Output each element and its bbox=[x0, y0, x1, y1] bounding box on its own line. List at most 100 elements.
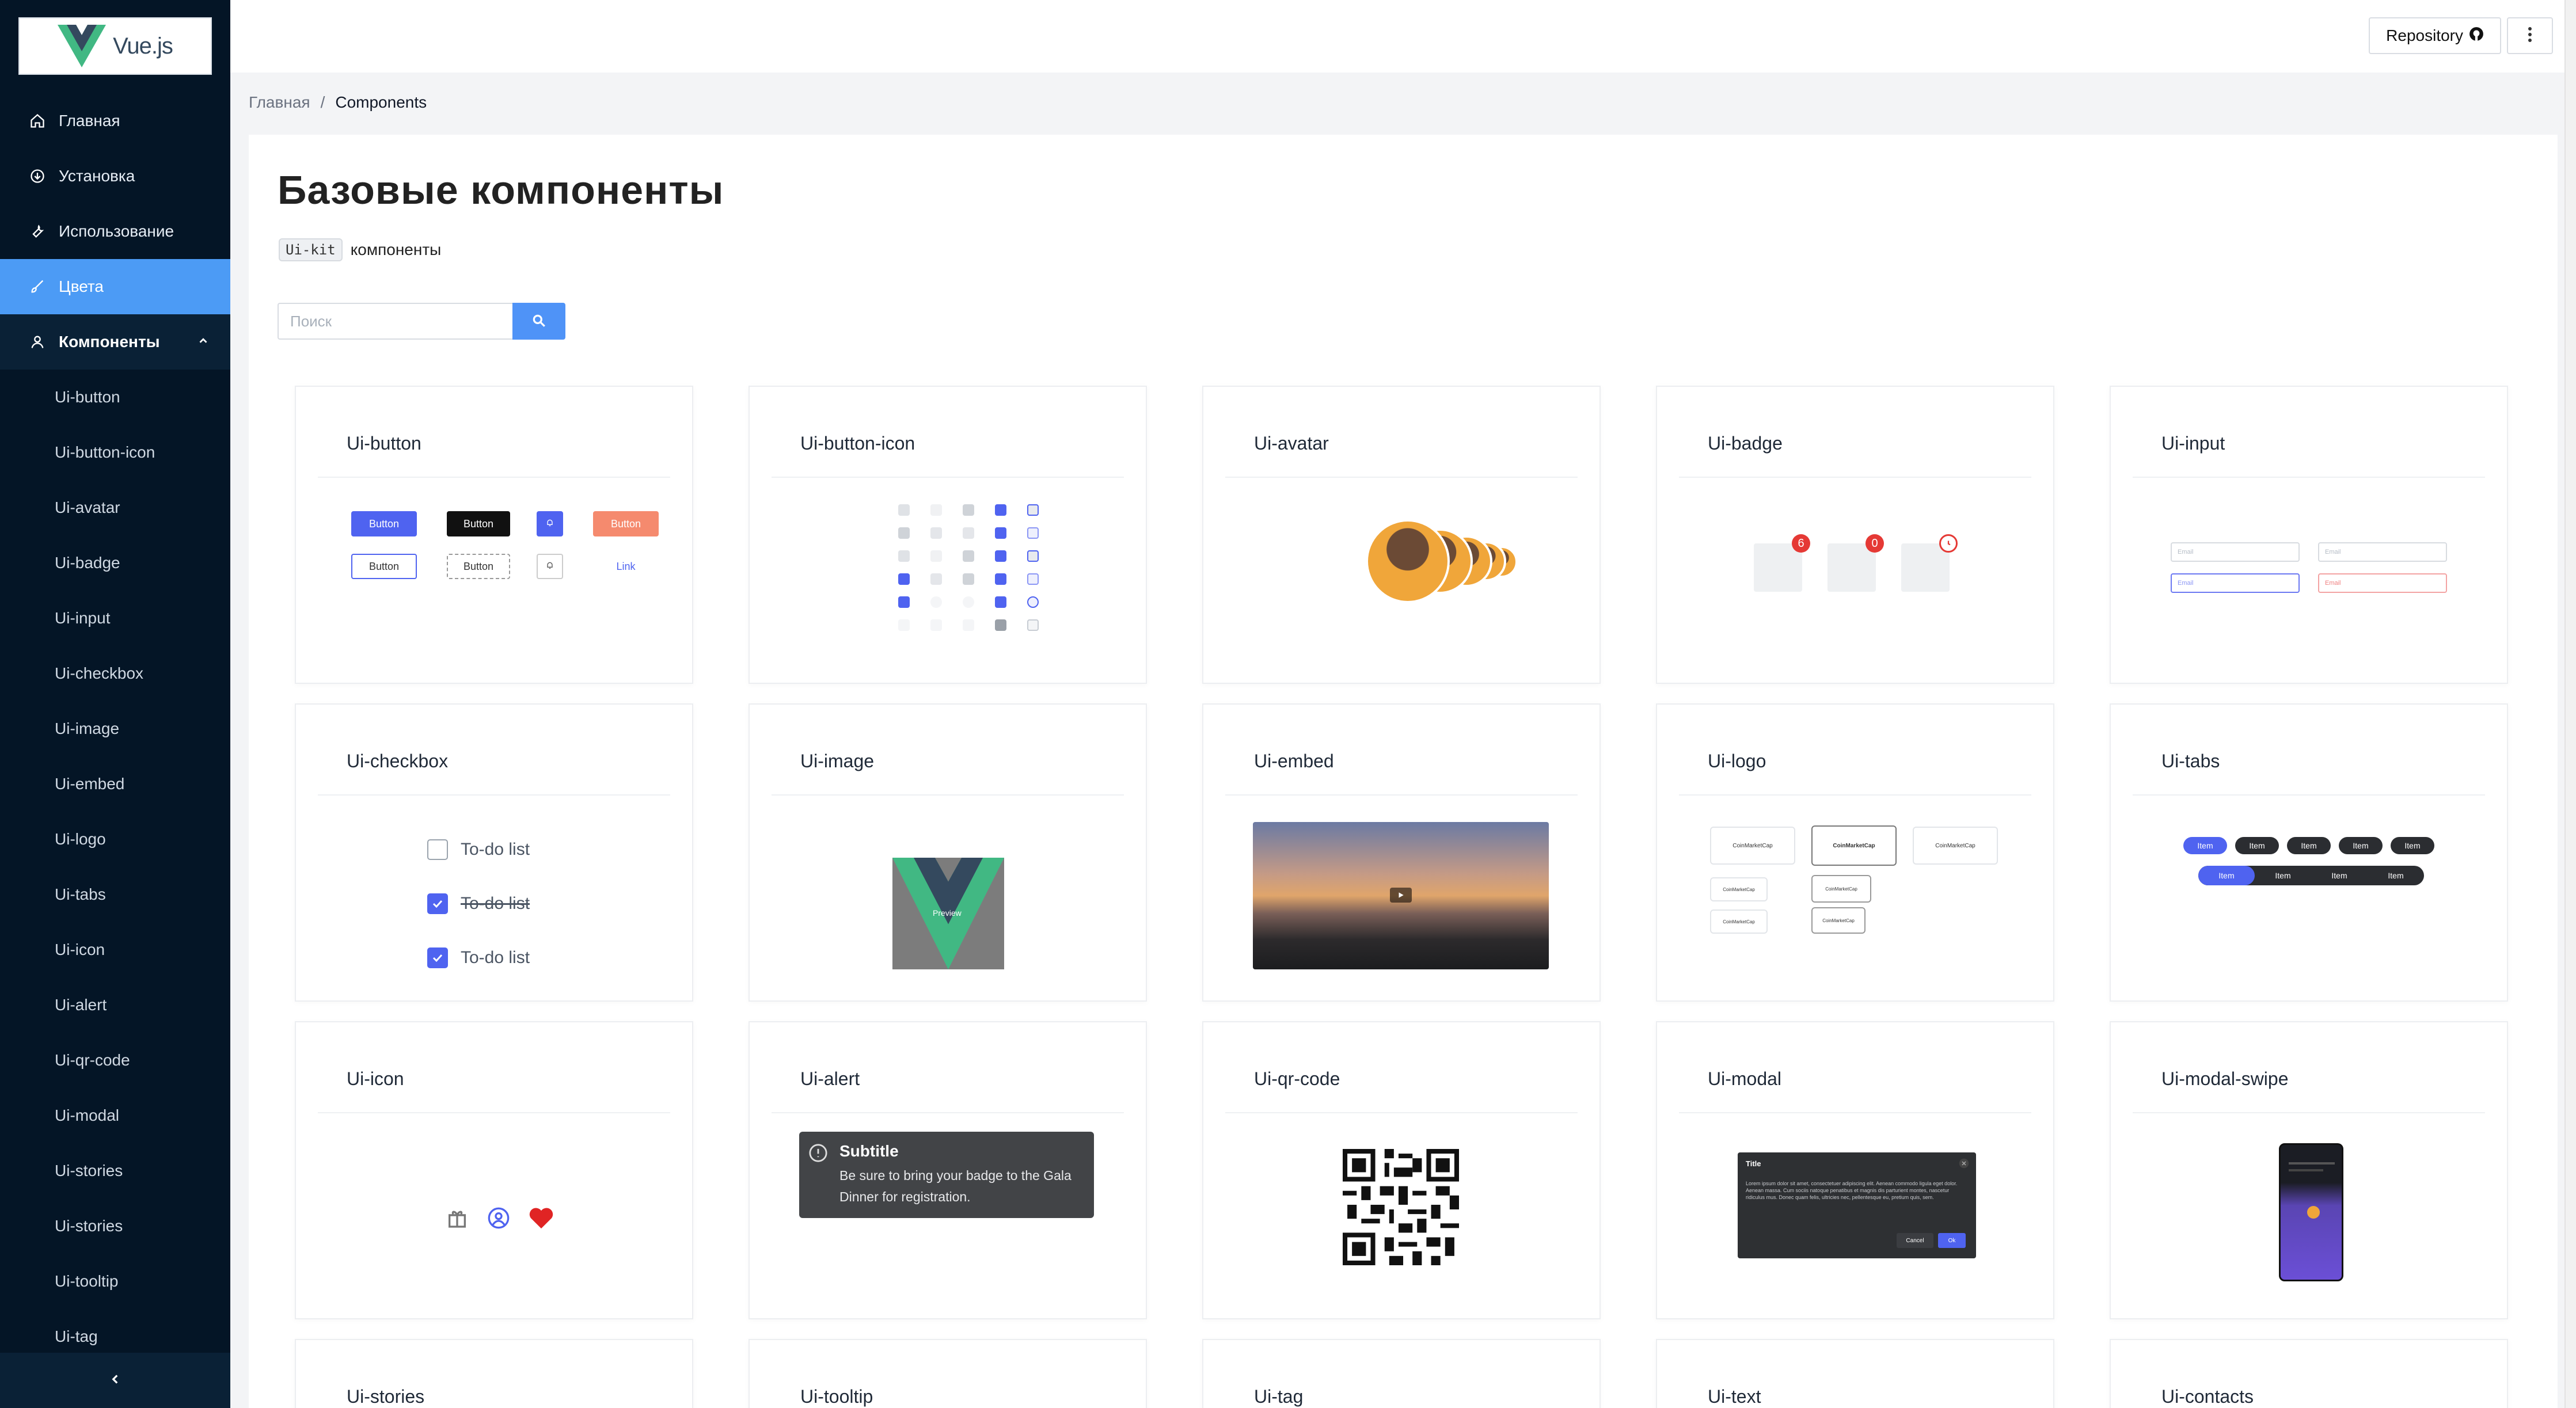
sidebar-subitem[interactable]: Ui-qr-code bbox=[0, 1033, 230, 1088]
qr-code-icon bbox=[1343, 1149, 1459, 1265]
sidebar-subitem[interactable]: Ui-image bbox=[0, 701, 230, 756]
component-card-ui-tag[interactable]: Ui-tag bbox=[1202, 1339, 1601, 1408]
breadcrumb: Главная / Components bbox=[249, 93, 427, 112]
preview-bell-button bbox=[537, 511, 563, 536]
user-icon bbox=[28, 332, 47, 352]
sidebar-subitem[interactable]: Ui-stories bbox=[0, 1143, 230, 1198]
user-circle-icon bbox=[487, 1207, 510, 1232]
brush-icon bbox=[28, 277, 47, 296]
preview-outline-button: Button bbox=[351, 554, 417, 579]
bell-icon bbox=[545, 561, 554, 573]
sidebar-subitem[interactable]: Ui-button-icon bbox=[0, 425, 230, 480]
component-card-ui-tooltip[interactable]: Ui-tooltip bbox=[749, 1339, 1147, 1408]
subtitle-text: компоненты bbox=[350, 241, 442, 258]
heart-icon bbox=[529, 1207, 554, 1232]
card-title: Ui-stories bbox=[347, 1386, 425, 1407]
qr-preview bbox=[1225, 1132, 1578, 1301]
component-card-ui-avatar[interactable]: Ui-avatar bbox=[1202, 386, 1601, 684]
vue-logo[interactable]: Vue.js bbox=[18, 17, 212, 75]
sidebar-subitem[interactable]: Ui-tooltip bbox=[0, 1254, 230, 1309]
sidebar-subitem[interactable]: Ui-embed bbox=[0, 756, 230, 812]
chevron-up-icon bbox=[197, 333, 210, 351]
component-card-ui-icon[interactable]: Ui-icon bbox=[295, 1021, 693, 1319]
card-title: Ui-input bbox=[2161, 433, 2225, 454]
card-divider bbox=[772, 477, 1124, 478]
sidebar-item-components[interactable]: Компоненты bbox=[0, 314, 230, 370]
component-card-ui-image[interactable]: Ui-image Preview bbox=[749, 703, 1147, 1002]
sidebar-subitem[interactable]: Ui-modal bbox=[0, 1088, 230, 1143]
page-scrollbar[interactable] bbox=[2564, 0, 2576, 1408]
tab-item: Item bbox=[2183, 837, 2227, 854]
tab-item: Item bbox=[2235, 837, 2279, 854]
preview-dark-button: Button bbox=[447, 511, 510, 536]
component-card-ui-modal-swipe[interactable]: Ui-modal-swipe bbox=[2110, 1021, 2508, 1319]
input-preview: Email Email Email Email bbox=[2133, 496, 2485, 665]
checkbox-row: To-do list bbox=[427, 947, 530, 968]
sidebar-item-colors[interactable]: Цвета bbox=[0, 259, 230, 314]
logo-chip: CoinMarketCap bbox=[1913, 827, 1998, 865]
component-card-ui-button-icon[interactable]: Ui-button-icon bbox=[749, 386, 1147, 684]
sidebar-subitem[interactable]: Ui-tabs bbox=[0, 867, 230, 922]
card-title: Ui-tabs bbox=[2161, 751, 2220, 771]
chevron-left-icon bbox=[108, 1372, 123, 1390]
card-divider bbox=[2133, 1112, 2485, 1113]
card-divider bbox=[1225, 477, 1578, 478]
component-card-ui-badge[interactable]: Ui-badge 6 0 bbox=[1656, 386, 2054, 684]
sidebar-subitem[interactable]: Ui-stories bbox=[0, 1198, 230, 1254]
content-panel: Базовые компоненты Ui-kit компоненты Ui-… bbox=[249, 135, 2558, 1408]
sidebar-item-label: Компоненты bbox=[59, 333, 160, 351]
tab-item: Item bbox=[2391, 837, 2434, 854]
breadcrumb-separator: / bbox=[320, 93, 325, 111]
card-title: Ui-contacts bbox=[2161, 1386, 2254, 1407]
gift-icon bbox=[446, 1207, 469, 1232]
button-preview: Button Button Button Button Button Link bbox=[318, 496, 670, 665]
search-input[interactable] bbox=[278, 303, 512, 340]
search-button[interactable] bbox=[512, 303, 565, 340]
card-title: Ui-image bbox=[800, 751, 875, 771]
component-card-ui-contacts[interactable]: Ui-contacts bbox=[2110, 1339, 2508, 1408]
sidebar-item-usage[interactable]: Использование bbox=[0, 204, 230, 259]
component-card-ui-tabs[interactable]: Ui-tabs Item Item Item Item Item Item It… bbox=[2110, 703, 2508, 1002]
sidebar-subitem[interactable]: Ui-avatar bbox=[0, 480, 230, 535]
component-card-ui-checkbox[interactable]: Ui-checkbox To-do list To-do list To-do … bbox=[295, 703, 693, 1002]
component-card-ui-modal[interactable]: Ui-modal Title Lorem ipsum dolor sit ame… bbox=[1656, 1021, 2054, 1319]
repository-button[interactable]: Repository bbox=[2369, 17, 2501, 54]
play-icon bbox=[1390, 888, 1412, 903]
sidebar-subitem[interactable]: Ui-icon bbox=[0, 922, 230, 977]
sidebar-subitem[interactable]: Ui-input bbox=[0, 591, 230, 646]
phone-mockup bbox=[2279, 1143, 2343, 1281]
sidebar-collapse-button[interactable] bbox=[0, 1353, 230, 1408]
more-vertical-icon bbox=[2528, 26, 2532, 45]
sidebar-item-label: Использование bbox=[59, 222, 174, 240]
preview-image: Preview bbox=[892, 858, 1004, 969]
component-card-ui-logo[interactable]: Ui-logo CoinMarketCap CoinMarketCap Coin… bbox=[1656, 703, 2054, 1002]
sidebar-subitem[interactable]: Ui-logo bbox=[0, 812, 230, 867]
breadcrumb-home[interactable]: Главная bbox=[249, 93, 310, 112]
checkbox-preview: To-do list To-do list To-do list bbox=[318, 814, 670, 983]
avatar bbox=[1366, 519, 1450, 603]
component-card-ui-alert[interactable]: Ui-alert Subtitle Be sure to bring your … bbox=[749, 1021, 1147, 1319]
component-card-ui-text[interactable]: Ui-text bbox=[1656, 1339, 2054, 1408]
sidebar-subitem[interactable]: Ui-checkbox bbox=[0, 646, 230, 701]
component-card-ui-stories[interactable]: Ui-stories bbox=[295, 1339, 693, 1408]
sidebar-subitem[interactable]: Ui-button bbox=[0, 370, 230, 425]
image-preview-label: Preview bbox=[933, 908, 962, 918]
preview-coral-button: Button bbox=[593, 511, 659, 536]
badge-count: 6 bbox=[1792, 534, 1810, 553]
sidebar-item-home[interactable]: Главная bbox=[0, 93, 230, 149]
tab-item: Item bbox=[2287, 837, 2331, 854]
component-card-ui-qr-code[interactable]: Ui-qr-code bbox=[1202, 1021, 1601, 1319]
sidebar-subitem[interactable]: Ui-alert bbox=[0, 977, 230, 1033]
wrench-icon bbox=[28, 222, 47, 241]
component-card-ui-button[interactable]: Ui-button Button Button Button Button Bu… bbox=[295, 386, 693, 684]
sidebar-item-install[interactable]: Установка bbox=[0, 149, 230, 204]
modal-cancel-button: Cancel bbox=[1897, 1233, 1933, 1248]
alert-body: Be sure to bring your badge to the Gala … bbox=[839, 1168, 1072, 1204]
component-card-ui-embed[interactable]: Ui-embed bbox=[1202, 703, 1601, 1002]
component-card-ui-input[interactable]: Ui-input Email Email Email Email bbox=[2110, 386, 2508, 684]
preview-input: Email bbox=[2171, 542, 2300, 562]
sidebar-subitem[interactable]: Ui-badge bbox=[0, 535, 230, 591]
card-divider bbox=[318, 477, 670, 478]
more-options-button[interactable] bbox=[2507, 17, 2553, 54]
card-title: Ui-checkbox bbox=[347, 751, 449, 771]
